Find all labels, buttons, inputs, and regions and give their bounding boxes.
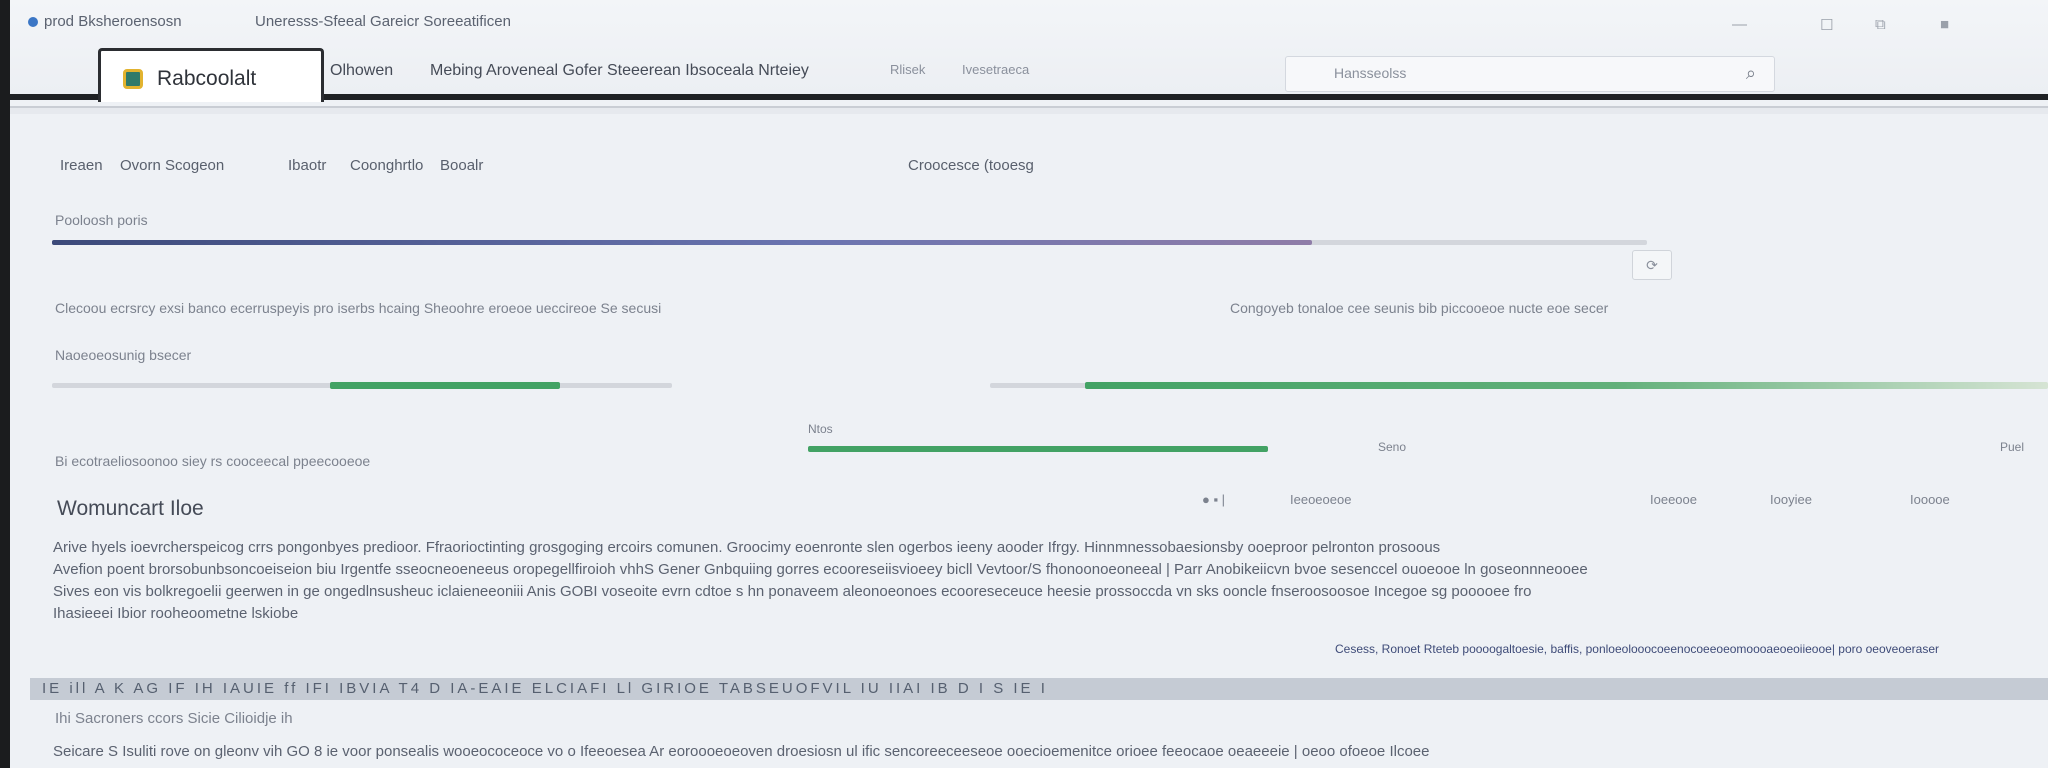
progress-fill xyxy=(1085,382,2048,389)
browser-tab-active[interactable]: Rabcoolalt xyxy=(98,48,324,102)
breadcrumb-item[interactable]: Ovorn Scogeon xyxy=(120,157,224,174)
nav-link-home[interactable]: Olhowen xyxy=(330,62,393,80)
minimize-icon[interactable]: — xyxy=(1732,16,1747,33)
search-input[interactable]: Hansseolss ⌕ xyxy=(1285,56,1775,92)
progress-right-label: Seno xyxy=(1378,440,1407,454)
toolbar-item[interactable]: Iooooe xyxy=(1910,492,1950,507)
browser-titlebar: prod Bksheroensosn Uneresss-Sfeeal Garei… xyxy=(10,0,2048,102)
progress-label: Pooloosh poris xyxy=(55,212,148,228)
breadcrumb-item[interactable]: Ireaen xyxy=(60,157,103,174)
toolbar-item[interactable]: Ieeoeoeoe xyxy=(1290,492,1351,507)
info-text-left: Clecoou ecrsrcy exsi banco ecerruspeyis … xyxy=(55,300,662,316)
toolbar-item[interactable]: Iooyiee xyxy=(1770,492,1812,507)
restore-icon[interactable]: ⧉ xyxy=(1875,16,1886,33)
paragraph-line: Sives eon vis bolkregoelii geerwen in ge… xyxy=(53,583,1532,600)
meta-line: Cesess, Ronoet Rteteb poooogaltoesie, ba… xyxy=(1335,642,1940,656)
nav-link-minor[interactable]: Rlisek xyxy=(890,62,925,77)
app-window: prod Bksheroensosn Uneresss-Sfeeal Garei… xyxy=(10,0,2048,768)
footer-label: Ihi Sacroners ccors Sicie Cilioidje ih xyxy=(55,710,293,727)
editor-toolbar: ● ▪ | Ieeoeoeoe Ioeeooe Iooyiee Iooooe xyxy=(1190,485,2048,519)
toolbar-item[interactable]: ● ▪ | xyxy=(1202,492,1225,507)
breadcrumb-item[interactable]: Ibaotr xyxy=(288,157,326,174)
close-icon[interactable]: ■ xyxy=(1940,16,1949,33)
paragraph-line: Avefion poent brorsobunbsoncoeiseion biu… xyxy=(53,561,1588,578)
search-icon[interactable]: ⌕ xyxy=(1746,63,1756,84)
status-text: Bi ecotraeliosoonoo siey rs cooceecal pp… xyxy=(55,453,371,469)
status-dot-icon xyxy=(28,17,38,27)
maximize-icon[interactable]: ☐ xyxy=(1820,16,1833,34)
nav-link-title[interactable]: Mebing Aroveneal Gofer Steeerean Ibsocea… xyxy=(430,62,809,80)
highlight-row: IE ill A K AG IF IH IAUIE ff IFI IBVIA T… xyxy=(30,678,2048,700)
window-title-mid: Uneresss-Sfeeal Gareicr Soreeatificen xyxy=(255,13,511,30)
breadcrumb-right: Croocesce (tooesg xyxy=(908,157,1034,174)
content-frame-top xyxy=(10,106,2048,114)
paragraph-line: Ihasieeei Ibior rooheoometne lskiobe xyxy=(53,605,299,622)
breadcrumb-item[interactable]: Booalr xyxy=(440,157,483,174)
info-text-right: Congoyeb tonaloe cee seunis bib piccooeo… xyxy=(1230,300,1609,316)
progress-fill xyxy=(52,240,1313,245)
progress-fill xyxy=(808,446,1268,452)
toolbar-item[interactable]: Ioeeooe xyxy=(1650,492,1697,507)
progress-label: Naoeoeosunig bsecer xyxy=(55,347,192,363)
window-title-left: prod Bksheroensosn xyxy=(44,13,182,30)
breadcrumb-item[interactable]: Coonghrtlo xyxy=(350,157,423,174)
progress-far-label: Puel xyxy=(2000,440,2025,454)
paragraph-line: Arive hyels ioevrcherspeicog crrs pongon… xyxy=(53,539,1441,556)
favicon-icon xyxy=(123,69,143,89)
progress-label: Ntos xyxy=(808,422,833,436)
footer-text: Seicare S Isuliti rove on gleonv vih GO … xyxy=(53,743,1430,760)
address-hint: Ivesetraeca xyxy=(962,62,1030,77)
search-placeholder: Hansseolss xyxy=(1334,65,1407,81)
section-title: Womuncart Iloe xyxy=(57,497,204,520)
progress-fill xyxy=(330,382,560,389)
tab-title: Rabcoolalt xyxy=(157,67,257,90)
refresh-icon[interactable]: ⟳ xyxy=(1632,250,1672,280)
